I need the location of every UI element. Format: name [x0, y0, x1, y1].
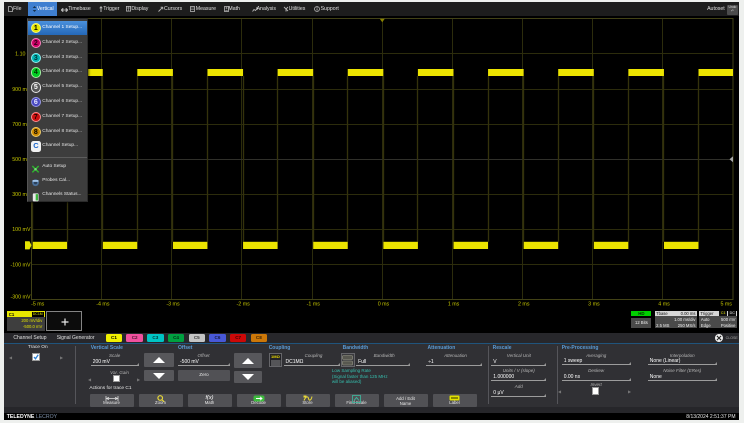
svg-text:5 ms: 5 ms: [720, 302, 732, 308]
svg-text:4 ms: 4 ms: [658, 302, 670, 308]
svg-text:2 ms: 2 ms: [518, 302, 530, 308]
svg-text:-300 mV: -300 mV: [10, 295, 30, 301]
svg-text:-5 ms: -5 ms: [31, 302, 45, 308]
svg-text:1 ms: 1 ms: [448, 302, 460, 308]
svg-text:0 ms: 0 ms: [378, 302, 390, 308]
svg-text:-3 ms: -3 ms: [166, 302, 180, 308]
svg-text:-2 ms: -2 ms: [237, 302, 251, 308]
svg-text:-4 ms: -4 ms: [96, 302, 110, 308]
svg-text:-100 mV: -100 mV: [10, 262, 30, 268]
svg-text:-1 ms: -1 ms: [307, 302, 321, 308]
svg-text:100 mV: 100 mV: [12, 227, 31, 233]
svg-text:3 ms: 3 ms: [588, 302, 600, 308]
